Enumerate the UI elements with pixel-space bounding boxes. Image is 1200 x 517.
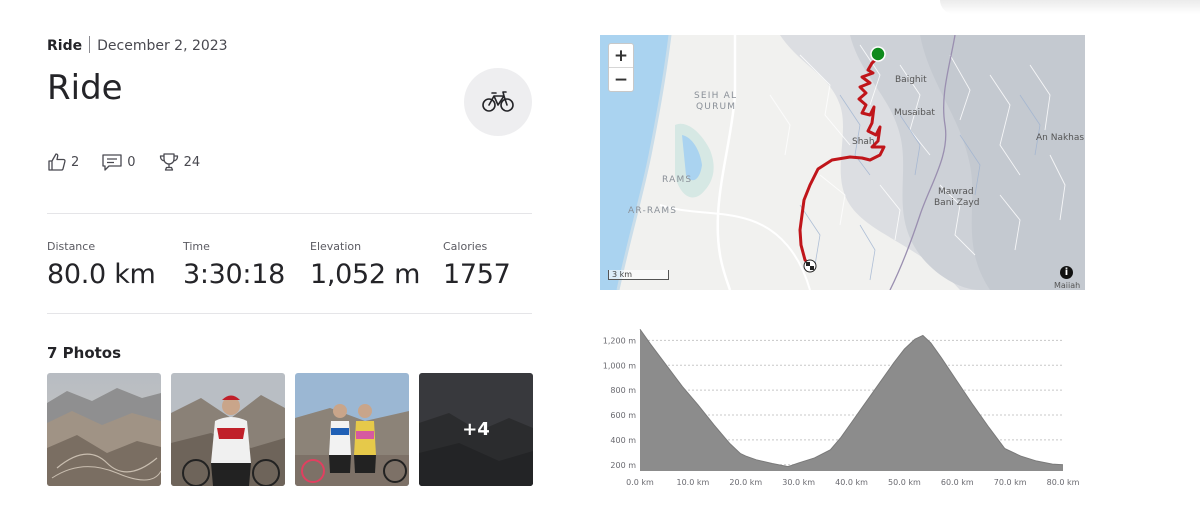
y-tick-label: 200 m: [610, 461, 636, 470]
photos-heading: 7 Photos: [47, 344, 122, 362]
x-tick-label: 40.0 km: [835, 478, 868, 487]
map-scale-bar: 3 km: [608, 270, 669, 280]
x-tick-label: 30.0 km: [782, 478, 815, 487]
x-tick-label: 50.0 km: [888, 478, 921, 487]
stat-calories: Calories 1757: [443, 240, 533, 290]
achievements-button[interactable]: 24: [158, 152, 201, 172]
y-tick-label: 400 m: [610, 436, 636, 445]
activity-title: Ride: [47, 68, 123, 108]
comments-button[interactable]: 0: [101, 152, 136, 172]
social-bar: 2 0 24: [47, 152, 222, 172]
zoom-controls: + −: [608, 43, 634, 92]
elevation-area: [640, 329, 1063, 471]
map-place-label: Maiiah: [1054, 281, 1081, 290]
x-tick-label: 80.0 km: [1047, 478, 1080, 487]
sport-badge: [464, 68, 532, 136]
elevation-chart[interactable]: 1,200 m 1,000 m 800 m 600 m 400 m 200 m 0.0 km…: [598, 325, 1088, 495]
y-tick-label: 1,200 m: [603, 336, 636, 345]
map-info-button[interactable]: i: [1060, 266, 1073, 279]
map-place-label: Baighit: [895, 75, 927, 85]
y-tick-label: 800 m: [610, 386, 636, 395]
breadcrumb: Ride December 2, 2023: [47, 36, 228, 54]
x-tick-label: 10.0 km: [676, 478, 709, 487]
stat-label: Time: [183, 240, 210, 253]
stat-value: 1757: [443, 259, 511, 290]
photo-thumbnail[interactable]: [171, 373, 285, 486]
kudos-count: 2: [71, 154, 80, 170]
map-canvas: [600, 35, 1085, 290]
map-place-label: QURUM: [696, 102, 737, 112]
x-tick-label: 20.0 km: [729, 478, 762, 487]
elevation-chart-svg: 1,200 m 1,000 m 800 m 600 m 400 m 200 m 0.0 km…: [603, 328, 1080, 487]
photo-strip: +4: [47, 373, 543, 486]
map-place-label: RAMS: [662, 175, 693, 185]
activity-type[interactable]: Ride: [47, 38, 82, 54]
map-place-label: AR-RAMS: [628, 206, 678, 216]
achievements-count: 24: [183, 154, 201, 170]
photo-more-thumbnail[interactable]: +4: [419, 373, 533, 486]
stats-row: Distance 80.0 km Time 3:30:18 Elevation …: [47, 240, 533, 290]
stat-label: Calories: [443, 240, 488, 253]
map-place-label: Mawrad: [938, 187, 974, 197]
top-shadow: [940, 0, 1200, 14]
divider: [47, 213, 532, 214]
photo-thumbnail[interactable]: [295, 373, 409, 486]
x-tick-label: 0.0 km: [626, 478, 654, 487]
map-place-label: Bani Zayd: [934, 198, 980, 208]
zoom-out-button[interactable]: −: [609, 67, 633, 91]
zoom-in-button[interactable]: +: [609, 44, 633, 67]
map-place-label: An Nakhas: [1036, 133, 1085, 143]
y-tick-label: 1,000 m: [603, 361, 636, 370]
stat-time: Time 3:30:18: [183, 240, 310, 290]
x-tick-label: 60.0 km: [941, 478, 974, 487]
photo-thumbnail[interactable]: [47, 373, 161, 486]
divider: [47, 313, 532, 314]
x-tick-label: 70.0 km: [994, 478, 1027, 487]
stat-label: Distance: [47, 240, 96, 253]
map-place-label: Musaibat: [894, 108, 935, 118]
comment-icon: [102, 154, 122, 171]
stat-distance: Distance 80.0 km: [47, 240, 183, 290]
map-place-label: Shah: [852, 137, 875, 147]
stat-value: 1,052 m: [310, 259, 421, 290]
route-map[interactable]: + − Baighit Musaibat Shah An Nakhas Mawr…: [600, 35, 1085, 290]
stat-value: 80.0 km: [47, 259, 156, 290]
stat-value: 3:30:18: [183, 259, 285, 290]
map-place-label: SEIH AL: [694, 91, 738, 101]
activity-date: December 2, 2023: [97, 38, 228, 54]
thumbs-up-icon: [48, 153, 66, 171]
comments-count: 0: [127, 154, 136, 170]
kudos-button[interactable]: 2: [47, 152, 79, 172]
trophy-icon: [159, 153, 178, 171]
y-tick-label: 600 m: [610, 411, 636, 420]
bike-icon: [482, 91, 514, 112]
more-photos-label: +4: [462, 419, 490, 440]
stat-elevation: Elevation 1,052 m: [310, 240, 443, 290]
stat-label: Elevation: [310, 240, 362, 253]
breadcrumb-divider: [89, 36, 91, 53]
